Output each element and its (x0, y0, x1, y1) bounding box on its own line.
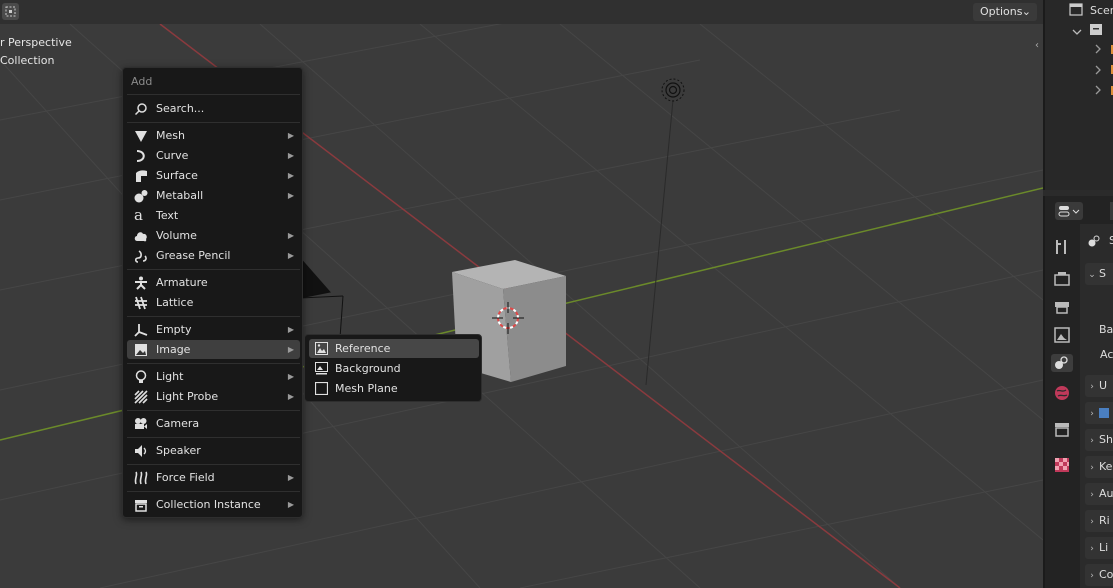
menu-item-light-probe[interactable]: Light Probe ▶ (127, 387, 300, 406)
panel-gravity[interactable]: › (1085, 402, 1113, 424)
camera-object (299, 256, 344, 339)
light-icon (134, 370, 148, 384)
view-collection-label: Collection (0, 54, 55, 67)
mesh-icon (134, 129, 148, 143)
force-field-icon (134, 471, 148, 485)
submenu-arrow-icon: ▶ (287, 473, 294, 482)
menu-item-speaker[interactable]: Speaker (127, 441, 300, 460)
armature-icon (134, 276, 148, 290)
render-tab-icon[interactable] (1053, 270, 1071, 288)
view-perspective-label: r Perspective (0, 36, 72, 49)
menu-item-volume[interactable]: Volume ▶ (127, 226, 300, 245)
panel-rigid-body[interactable]: › Ri (1085, 510, 1113, 532)
tool-tab-icon[interactable] (1053, 238, 1071, 256)
menu-item-metaball[interactable]: Metaball ▶ (127, 186, 300, 205)
menu-item-text[interactable]: a Text (127, 206, 300, 225)
grease-pencil-icon (134, 249, 148, 263)
panel-audio[interactable]: › Au (1085, 483, 1113, 505)
submenu-item-background[interactable]: Background (309, 359, 479, 378)
collection-tab-icon[interactable] (1053, 420, 1071, 438)
text-icon: a (134, 206, 143, 224)
menu-search[interactable]: Search... (127, 99, 300, 118)
collection-instance-icon (134, 498, 148, 512)
properties-panel: S ⌄S Bac Ac ›U › ›Sh ›Ke ›Au ›Ri ›Li ›Co (1043, 196, 1113, 588)
texture-tab-icon[interactable] (1053, 456, 1071, 474)
submenu-arrow-icon: ▶ (287, 131, 294, 140)
options-label: Options (980, 5, 1023, 18)
submenu-arrow-icon: ▶ (287, 171, 294, 180)
submenu-item-mesh-plane[interactable]: Mesh Plane (309, 379, 479, 398)
light-object (661, 78, 685, 102)
panel-simulation[interactable]: › Sh (1085, 429, 1113, 451)
field-label-background: Bac (1099, 323, 1113, 336)
mesh-plane-icon (314, 381, 329, 396)
chevron-left-icon[interactable]: ‹ (1035, 40, 1039, 51)
menu-item-armature[interactable]: Armature (127, 273, 300, 292)
menu-item-curve[interactable]: Curve ▶ (127, 146, 300, 165)
object-mode-icon[interactable] (2, 3, 19, 20)
scene-panel-label: S (1109, 234, 1113, 247)
menu-item-empty[interactable]: Empty ▶ (127, 320, 300, 339)
submenu-arrow-icon: ▶ (287, 251, 294, 260)
chevron-down-icon: ⌄ (1021, 5, 1031, 18)
scene-panel-icon (1087, 234, 1101, 251)
editor-type-icon[interactable] (1055, 202, 1083, 220)
submenu-arrow-icon: ▶ (287, 191, 294, 200)
checkbox-checked-icon[interactable] (1099, 408, 1109, 418)
outliner-scene-label: Scen (1090, 4, 1113, 17)
image-submenu: Reference Background Mesh Plane (304, 334, 482, 402)
empty-icon (134, 323, 148, 337)
menu-title: Add (131, 75, 153, 88)
world-tab-icon[interactable] (1053, 384, 1071, 402)
light-probe-icon (134, 390, 148, 404)
panel-custom-properties[interactable]: › Co (1085, 564, 1113, 586)
menu-item-collection-instance[interactable]: Collection Instance ▶ (127, 495, 300, 514)
panel-keying-sets[interactable]: › Ke (1085, 456, 1113, 478)
lattice-icon (134, 296, 148, 310)
menu-item-surface[interactable]: Surface ▶ (127, 166, 300, 185)
properties-tabs (1045, 224, 1080, 588)
submenu-arrow-icon: ▶ (287, 231, 294, 240)
menu-item-image[interactable]: Image ▶ (127, 340, 300, 359)
field-label-active: Ac (1100, 348, 1113, 361)
submenu-arrow-icon: ▶ (287, 372, 294, 381)
view-layer-tab-icon[interactable] (1053, 326, 1071, 344)
properties-header (1045, 196, 1113, 224)
scene-tab-icon[interactable] (1051, 354, 1073, 372)
submenu-arrow-icon: ▶ (287, 325, 294, 334)
submenu-arrow-icon: ▶ (287, 392, 294, 401)
submenu-item-reference[interactable]: Reference (309, 339, 479, 358)
search-icon (134, 102, 148, 116)
camera-icon (134, 417, 148, 431)
menu-item-grease-pencil[interactable]: Grease Pencil ▶ (127, 246, 300, 265)
curve-icon (134, 149, 148, 163)
submenu-arrow-icon: ▶ (287, 151, 294, 160)
image-icon (134, 343, 148, 357)
light-line (645, 99, 674, 386)
menu-item-mesh[interactable]: Mesh ▶ (127, 126, 300, 145)
background-image-icon (315, 362, 328, 375)
menu-item-camera[interactable]: Camera (127, 414, 300, 433)
volume-icon (134, 229, 148, 243)
panel-light-probes[interactable]: › Li (1085, 537, 1113, 559)
menu-item-light[interactable]: Light ▶ (127, 367, 300, 386)
submenu-arrow-icon: ▶ (287, 500, 294, 509)
panel-units[interactable]: › U (1085, 375, 1113, 397)
menu-item-lattice[interactable]: Lattice (127, 293, 300, 312)
metaball-icon (134, 189, 148, 203)
outliner-panel: Scen (1043, 0, 1113, 190)
panel-scene[interactable]: ⌄ S (1085, 263, 1113, 285)
submenu-arrow-icon: ▶ (287, 345, 294, 354)
speaker-icon (134, 444, 148, 458)
add-menu: Add Search... Mesh ▶ Curve ▶ Surface ▶ Meta… (122, 67, 303, 518)
options-dropdown[interactable]: Options ⌄ (973, 3, 1037, 21)
reference-image-icon (315, 342, 328, 355)
menu-item-force-field[interactable]: Force Field ▶ (127, 468, 300, 487)
output-tab-icon[interactable] (1053, 298, 1071, 316)
surface-icon (134, 169, 148, 183)
viewport-header: Options ⌄ (0, 0, 1043, 24)
